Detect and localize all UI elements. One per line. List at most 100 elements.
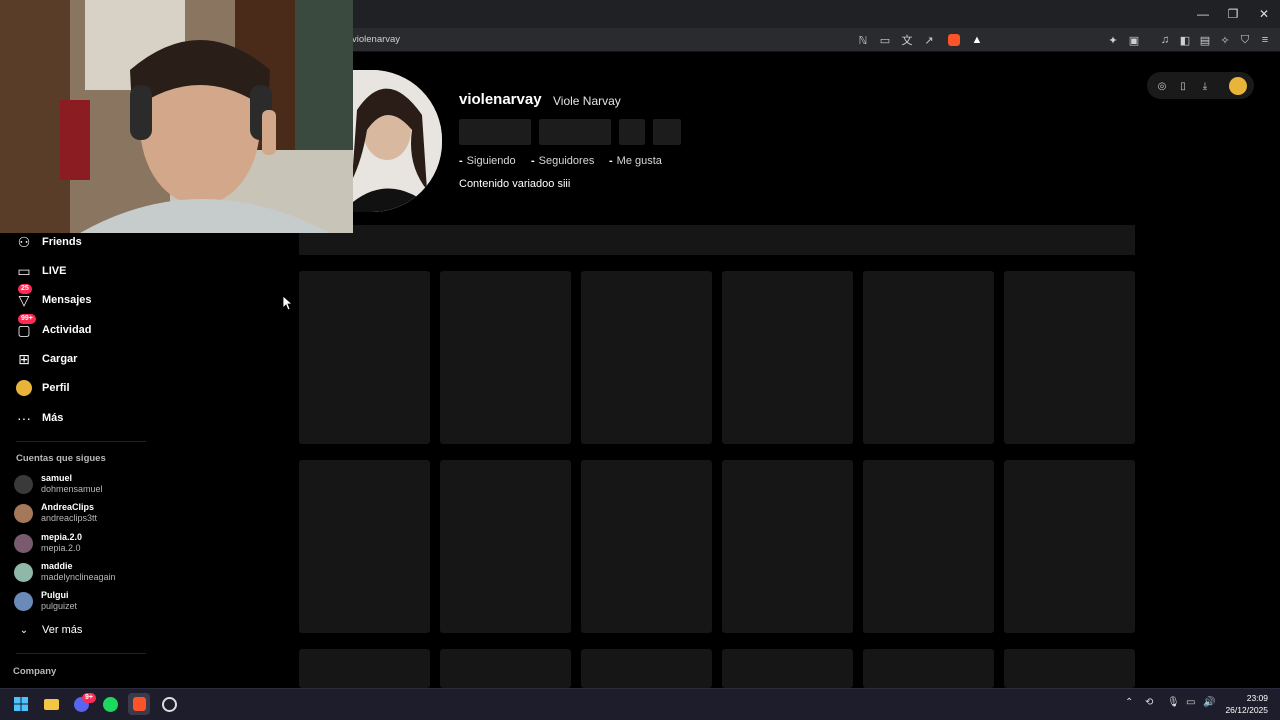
account-handle: mepia.2.0 <box>41 543 81 553</box>
volume-icon[interactable]: 🔊 <box>1203 697 1215 708</box>
discord-badge: 9+ <box>82 693 96 703</box>
cast-icon[interactable]: ▭ <box>878 33 892 47</box>
video-thumbnail-skeleton[interactable] <box>299 271 430 444</box>
video-thumbnail-skeleton[interactable] <box>1004 460 1135 633</box>
extensions-icon[interactable]: ✦ <box>1106 33 1120 47</box>
download-icon[interactable]: ⤓ <box>1198 79 1212 93</box>
taskbar-clock[interactable]: 23:09 26/12/2025 <box>1225 692 1268 716</box>
stat-likes: - Me gusta <box>609 155 662 167</box>
account-handle: pulguizet <box>41 601 78 611</box>
sidebar-item-live[interactable]: ▭ LIVE <box>14 259 66 283</box>
account-name: AndreaClips <box>41 502 95 512</box>
sidebar-item-profile[interactable]: Perfil <box>14 376 70 400</box>
followed-account[interactable]: mepia.2.0 mepia.2.0 <box>14 532 82 554</box>
sidebar-item-label: Mensajes <box>42 294 92 306</box>
sidebar-item-label: Perfil <box>42 382 70 394</box>
screenshot-icon[interactable]: ▣ <box>1127 33 1141 47</box>
stat-followers-label: Seguidores <box>538 155 595 167</box>
stat-following-value: - <box>459 155 463 167</box>
video-thumbnail-skeleton[interactable] <box>299 649 430 688</box>
video-thumbnail-skeleton[interactable] <box>722 460 853 633</box>
sidebar-toggle-icon[interactable]: ◧ <box>1178 33 1192 47</box>
obs-icon[interactable] <box>158 693 180 715</box>
brave-browser-icon[interactable] <box>128 693 150 715</box>
microphone-icon[interactable]: 🎙 <box>1167 697 1180 708</box>
sidebar-item-friends[interactable]: ⚇ Friends <box>14 230 82 254</box>
company-section-title[interactable]: Company <box>13 666 56 677</box>
stat-likes-label: Me gusta <box>616 155 662 167</box>
video-thumbnail-skeleton[interactable] <box>299 460 430 633</box>
more-icon: ··· <box>17 410 31 426</box>
followed-account[interactable]: samuel dohmensamuel <box>14 473 103 495</box>
chevron-down-icon: ⌄ <box>19 624 29 636</box>
video-thumbnail-skeleton[interactable] <box>722 649 853 688</box>
media-icon[interactable]: ♫ <box>1158 33 1172 47</box>
stat-following-label: Siguiendo <box>466 155 516 167</box>
video-thumbnail-skeleton[interactable] <box>581 460 712 633</box>
device-icon[interactable]: ▯ <box>1176 79 1190 93</box>
account-name: maddie <box>41 561 73 571</box>
video-thumbnail-skeleton[interactable] <box>863 460 994 633</box>
profile-display-name: Viole Narvay <box>553 94 621 108</box>
tray-chevron-up-icon[interactable]: ⌃ <box>1125 697 1133 708</box>
sidebar-item-label: Friends <box>42 236 82 248</box>
upload-icon: ⊞ <box>18 350 30 367</box>
brave-shields-icon[interactable] <box>947 33 961 47</box>
minimize-button[interactable]: — <box>1188 0 1218 28</box>
account-avatar <box>14 562 33 582</box>
account-name: samuel <box>41 473 73 483</box>
sidebar-item-messages[interactable]: ▽ 25 Mensajes <box>14 284 92 312</box>
sidebar-item-more[interactable]: ··· Más <box>14 406 63 430</box>
coins-icon[interactable]: ◎ <box>1155 79 1169 93</box>
file-explorer-icon[interactable] <box>40 693 62 715</box>
windows-start-icon[interactable] <box>10 693 32 715</box>
restore-button[interactable]: ❐ <box>1218 0 1248 28</box>
video-thumbnail-skeleton[interactable] <box>863 649 994 688</box>
account-avatar <box>14 591 33 611</box>
see-more-button[interactable]: ⌄ Ver más <box>14 618 83 642</box>
account-avatar <box>14 474 33 494</box>
messages-icon: ▽ 25 <box>14 284 34 310</box>
video-thumbnail-skeleton[interactable] <box>440 271 571 444</box>
video-thumbnail-skeleton[interactable] <box>581 649 712 688</box>
activity-icon: ▢ 99+ <box>14 314 36 340</box>
url-text[interactable]: violenarvay <box>352 34 400 45</box>
sidebar-item-upload[interactable]: ⊞ Cargar <box>14 347 77 371</box>
sidebar-item-label: Actividad <box>42 324 92 336</box>
video-thumbnail-skeleton[interactable] <box>581 271 712 444</box>
user-avatar-icon[interactable] <box>1229 77 1247 95</box>
sidebar-item-activity[interactable]: ▢ 99+ Actividad <box>14 314 92 342</box>
close-button[interactable]: ✕ <box>1249 0 1279 28</box>
video-thumbnail-skeleton[interactable] <box>440 460 571 633</box>
activity-badge: 99+ <box>18 314 36 324</box>
discord-icon[interactable]: 9+ <box>70 693 96 715</box>
profile-tabs-skeleton <box>299 225 1135 255</box>
followed-account[interactable]: maddie madelynclineagain <box>14 561 116 583</box>
account-handle: madelynclineagain <box>41 572 116 582</box>
followed-account[interactable]: AndreaClips andreaclips3tt <box>14 502 97 524</box>
mouse-cursor-icon <box>283 296 293 310</box>
vpn-icon[interactable]: ⛉ <box>1238 33 1252 47</box>
leo-ai-icon[interactable]: ✧ <box>1218 33 1232 47</box>
tray-sync-icon[interactable]: ⟲ <box>1145 697 1153 708</box>
share-icon[interactable]: ↗ <box>922 33 936 47</box>
webcam-overlay <box>0 0 353 233</box>
wallet-icon[interactable]: ▤ <box>1198 33 1212 47</box>
clock-time: 23:09 <box>1246 693 1268 703</box>
video-thumbnail-skeleton[interactable] <box>440 649 571 688</box>
follow-button-skeleton <box>459 119 531 145</box>
brave-rewards-icon[interactable]: ▲ <box>970 33 984 47</box>
menu-icon[interactable]: ≡ <box>1258 33 1272 47</box>
stat-followers[interactable]: - Seguidores <box>531 155 594 167</box>
network-icon[interactable]: ▭ <box>1186 697 1195 708</box>
reader-mode-icon[interactable]: ℕ <box>856 33 870 47</box>
video-thumbnail-skeleton[interactable] <box>1004 271 1135 444</box>
video-thumbnail-skeleton[interactable] <box>722 271 853 444</box>
spotify-icon[interactable] <box>99 693 121 715</box>
stat-following[interactable]: - Siguiendo <box>459 155 516 167</box>
followed-account[interactable]: Pulgui pulguizet <box>14 590 77 612</box>
video-thumbnail-skeleton[interactable] <box>1004 649 1135 688</box>
see-more-label: Ver más <box>42 624 83 636</box>
translate-icon[interactable]: 文 <box>900 33 914 47</box>
video-thumbnail-skeleton[interactable] <box>863 271 994 444</box>
